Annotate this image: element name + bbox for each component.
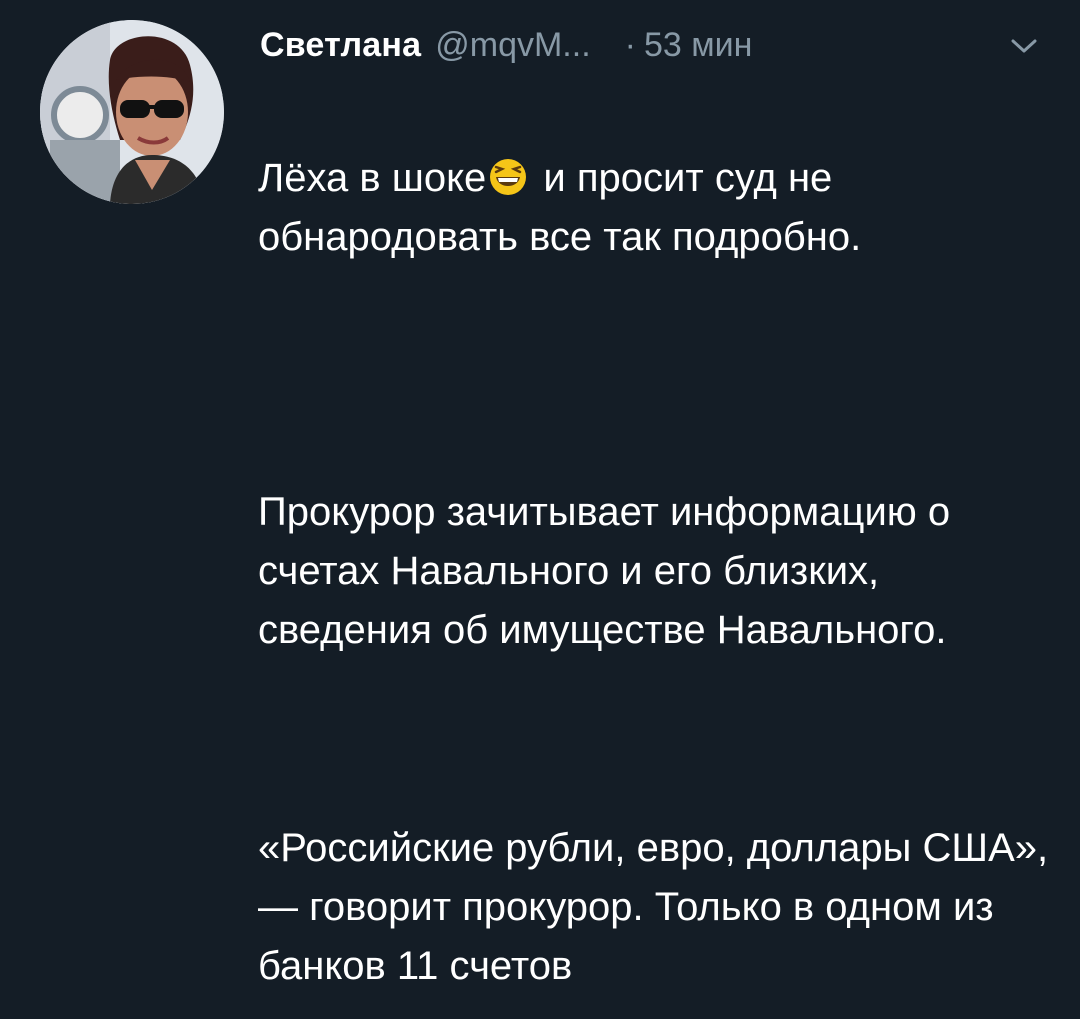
separator-dot: ·	[624, 26, 636, 64]
tweet-text: Лёха в шоке и просит суд не обнародовать…	[258, 90, 1058, 1019]
tweet-paragraph-3: «Российские рубли, евро, доллары США», —…	[258, 826, 1049, 988]
avatar[interactable]	[40, 20, 224, 204]
tweet-timestamp[interactable]: 53 мин	[644, 26, 752, 65]
author-handle[interactable]: @mqvM...	[435, 26, 590, 65]
tweet: Светлана @mqvM... · 53 мин Лёха в шоке и…	[0, 0, 1080, 1019]
tweet-text-part-1: Лёха в шоке	[258, 156, 487, 200]
avatar-image	[40, 20, 224, 204]
tweet-paragraph-1: Лёха в шоке и просит суд не обнародовать…	[258, 149, 1058, 326]
grinning-squinting-face-icon	[488, 157, 528, 197]
tweet-paragraph-2: Прокурор зачитывает информацию о счетах …	[258, 490, 951, 652]
author-name[interactable]: Светлана	[260, 26, 421, 65]
chevron-down-icon[interactable]	[1008, 36, 1040, 58]
tweet-header: Светлана @mqvM... · 53 мин	[260, 26, 752, 66]
